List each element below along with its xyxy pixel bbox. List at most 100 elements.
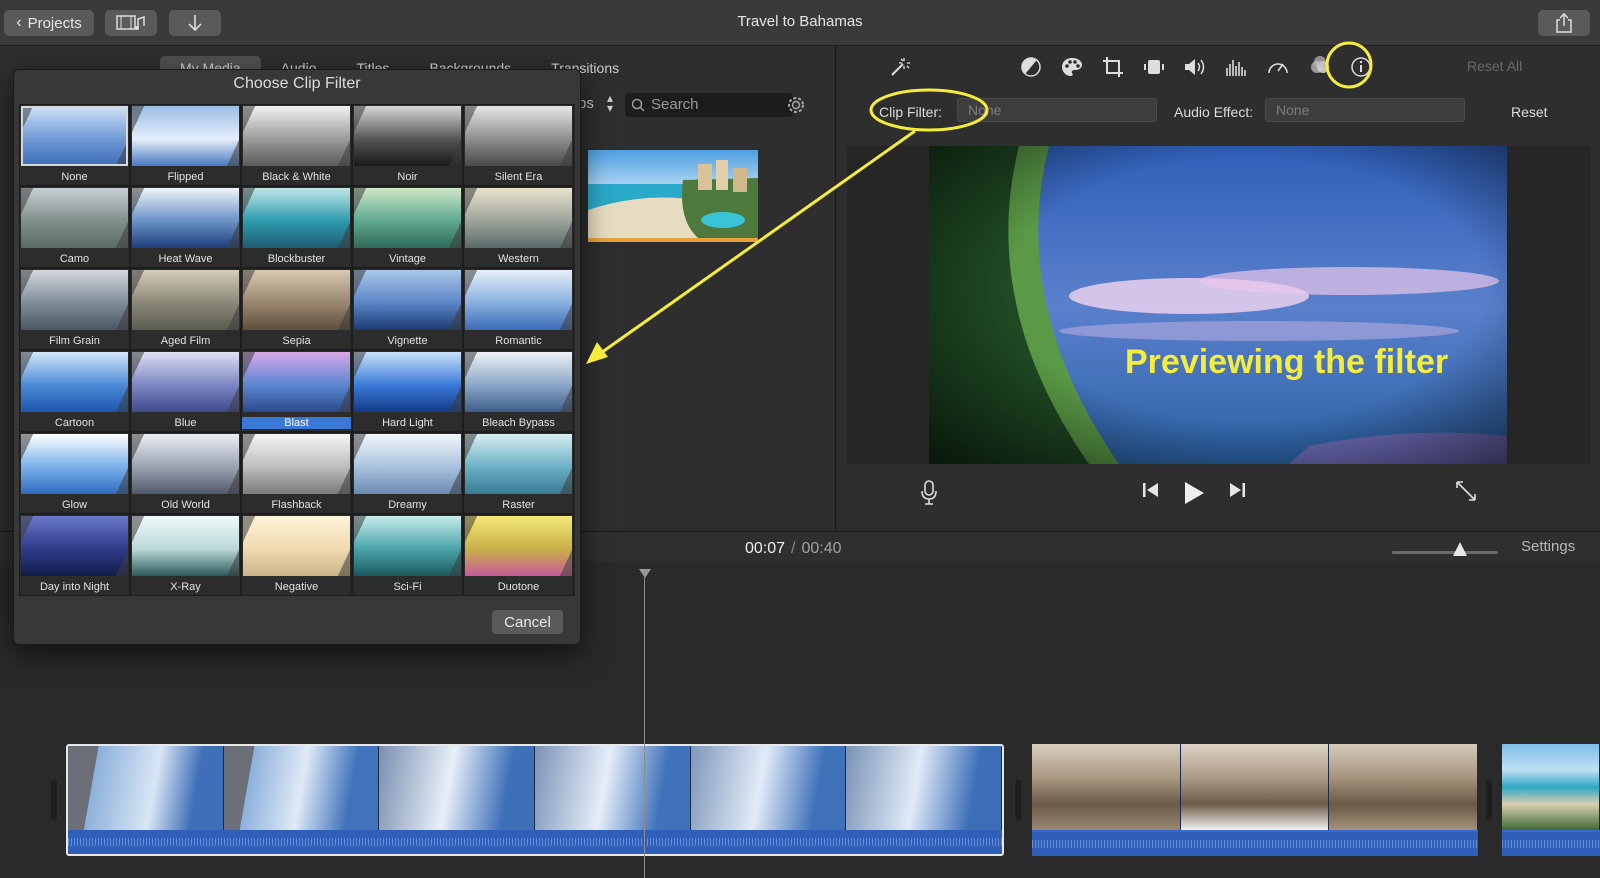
clip-handle-mid[interactable]	[1015, 780, 1021, 820]
volume-icon[interactable]	[1182, 54, 1208, 80]
search-icon	[631, 98, 645, 112]
color-palette-icon[interactable]	[1059, 54, 1085, 80]
filter-silent-era[interactable]: Silent Era	[463, 104, 574, 186]
filter-heat-wave[interactable]: Heat Wave	[130, 186, 241, 268]
filter-old-world[interactable]: Old World	[130, 432, 241, 514]
equalizer-icon[interactable]	[1223, 54, 1249, 80]
filter-glow[interactable]: Glow	[19, 432, 130, 514]
filter-none[interactable]: None	[19, 104, 130, 186]
filter-label: Blue	[174, 417, 197, 429]
microphone-icon[interactable]	[920, 480, 938, 512]
skip-forward-icon[interactable]	[1227, 480, 1247, 506]
fullscreen-icon[interactable]	[1455, 480, 1477, 508]
color-balance-icon[interactable]	[1018, 54, 1044, 80]
filter-hard-light[interactable]: Hard Light	[352, 350, 463, 432]
filter-thumbnail	[243, 106, 350, 166]
share-button[interactable]	[1538, 10, 1590, 36]
audio-effect-field[interactable]: None	[1265, 98, 1465, 122]
search-placeholder: Search	[651, 96, 699, 113]
filter-vignette[interactable]: Vignette	[352, 268, 463, 350]
filter-romantic[interactable]: Romantic	[463, 268, 574, 350]
clip-frame	[379, 746, 536, 832]
filter-label: Black & White	[262, 171, 331, 183]
cancel-button[interactable]: Cancel	[492, 610, 563, 634]
filter-aged-film[interactable]: Aged Film	[130, 268, 241, 350]
filter-thumbnail	[465, 516, 572, 576]
adjustment-toolbar: Reset All	[837, 46, 1600, 88]
clip-frame	[1329, 744, 1478, 830]
filter-label: Raster	[502, 499, 535, 511]
filter-thumbnail	[132, 434, 239, 494]
filter-x-ray[interactable]: X-Ray	[130, 514, 241, 596]
filter-thumbnail	[21, 270, 128, 330]
filter-thumbnail	[243, 188, 350, 248]
clip-frame	[846, 746, 1002, 832]
beach-resort-image	[588, 150, 758, 238]
media-clip-thumbnail[interactable]	[588, 150, 758, 242]
crop-icon[interactable]	[1100, 54, 1126, 80]
filter-thumbnail	[243, 516, 350, 576]
filter-label: None	[61, 171, 88, 183]
filter-camo[interactable]: Camo	[19, 186, 130, 268]
filter-vintage[interactable]: Vintage	[352, 186, 463, 268]
share-icon	[1556, 13, 1572, 33]
filter-flashback[interactable]: Flashback	[241, 432, 352, 514]
filter-thumbnail	[132, 352, 239, 412]
timeline-clip-airplane[interactable]	[66, 744, 1004, 856]
filter-blockbuster[interactable]: Blockbuster	[241, 186, 352, 268]
filter-blast[interactable]: Blast	[241, 350, 352, 432]
filter-label: Duotone	[497, 581, 540, 593]
filter-film-grain[interactable]: Film Grain	[19, 268, 130, 350]
timeline-clip-beach[interactable]	[1502, 744, 1600, 856]
filter-sci-fi[interactable]: Sci-Fi	[352, 514, 463, 596]
reset-button[interactable]: Reset	[1511, 104, 1548, 120]
play-icon[interactable]	[1182, 480, 1206, 512]
speed-icon[interactable]	[1265, 54, 1291, 80]
previewing-filter-annotation: Previewing the filter	[1125, 343, 1449, 381]
stepper-icon[interactable]: ▴ ▾	[607, 92, 613, 114]
reset-all-button[interactable]: Reset All	[1467, 58, 1522, 74]
filter-cartoon[interactable]: Cartoon	[19, 350, 130, 432]
playhead-marker[interactable]	[639, 569, 651, 578]
filter-noir[interactable]: Noir	[352, 104, 463, 186]
timeline-clip-lobby[interactable]	[1032, 744, 1478, 856]
filter-sepia[interactable]: Sepia	[241, 268, 352, 350]
filter-thumbnail	[132, 270, 239, 330]
filter-western[interactable]: Western	[463, 186, 574, 268]
filter-raster[interactable]: Raster	[463, 432, 574, 514]
filter-flipped[interactable]: Flipped	[130, 104, 241, 186]
filter-blue[interactable]: Blue	[130, 350, 241, 432]
filter-thumbnail	[354, 106, 461, 166]
filter-negative[interactable]: Negative	[241, 514, 352, 596]
filter-thumbnail	[354, 434, 461, 494]
clip-handle-right[interactable]	[1486, 780, 1492, 820]
filter-dreamy[interactable]: Dreamy	[352, 432, 463, 514]
filter-label: Negative	[274, 581, 319, 593]
filter-day-into-night[interactable]: Day into Night	[19, 514, 130, 596]
magic-wand-icon[interactable]	[887, 54, 913, 80]
filter-thumbnail	[243, 352, 350, 412]
filter-label: Blast	[242, 417, 351, 429]
zoom-slider-track[interactable]	[1392, 551, 1498, 554]
filter-black-white[interactable]: Black & White	[241, 104, 352, 186]
clip-frame	[1502, 744, 1600, 830]
filter-duotone[interactable]: Duotone	[463, 514, 574, 596]
clip-filter-field[interactable]: None	[957, 98, 1157, 122]
filter-label: Flipped	[167, 171, 204, 183]
gear-icon[interactable]	[785, 94, 807, 116]
clip-frame	[535, 746, 691, 832]
clip-frame	[68, 746, 224, 832]
info-icon[interactable]	[1348, 54, 1374, 80]
stabilization-camera-icon[interactable]	[1141, 54, 1167, 80]
filter-label: Film Grain	[49, 335, 100, 347]
skip-back-icon[interactable]	[1141, 480, 1161, 506]
search-input[interactable]: Search	[625, 93, 793, 117]
zoom-slider-knob[interactable]	[1453, 542, 1467, 556]
filter-thumbnail	[21, 434, 128, 494]
playhead-line[interactable]	[644, 571, 645, 878]
clip-frame	[1180, 744, 1330, 830]
filter-bleach-bypass[interactable]: Bleach Bypass	[463, 350, 574, 432]
clip-filter-icon[interactable]	[1307, 54, 1333, 80]
settings-button[interactable]: Settings	[1521, 538, 1575, 555]
clip-handle-left[interactable]	[51, 780, 57, 820]
